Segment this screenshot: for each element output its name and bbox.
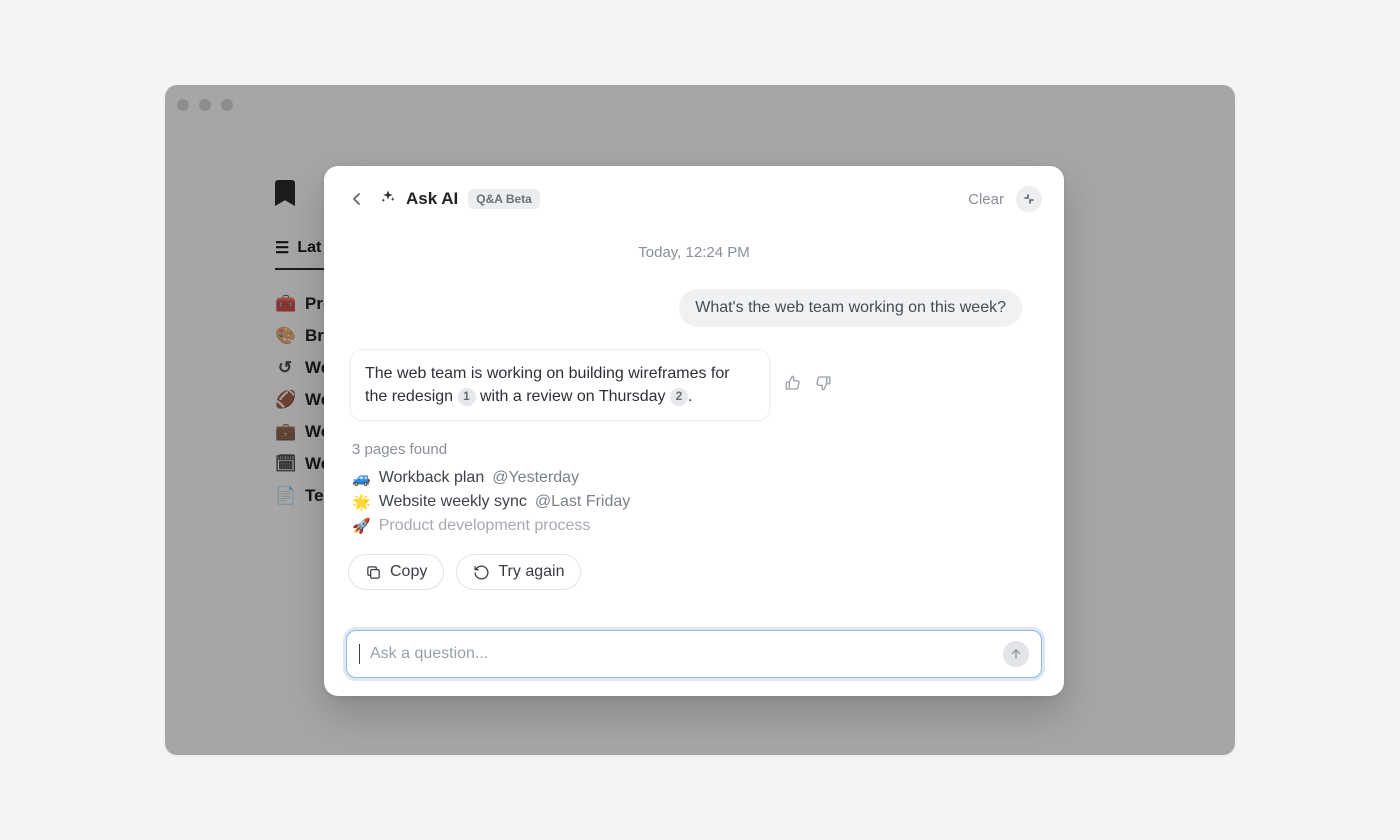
source-title: Website weekly sync	[379, 493, 527, 511]
source-emoji-icon: 🌟	[352, 493, 371, 511]
source-emoji-icon: 🚙	[352, 469, 371, 487]
source-item[interactable]: 🚀 Product development process	[352, 514, 1036, 538]
feedback-buttons	[784, 374, 832, 397]
source-item[interactable]: 🌟 Website weekly sync @Last Friday	[352, 490, 1036, 514]
source-title: Product development process	[379, 517, 591, 535]
modal-header: Ask AI Q&A Beta Clear	[346, 186, 1042, 212]
ask-ai-modal: Ask AI Q&A Beta Clear Today, 12:24 PM Wh…	[324, 166, 1064, 696]
ai-message: The web team is working on building wire…	[350, 349, 770, 421]
thumbs-down-icon[interactable]	[814, 374, 832, 397]
source-emoji-icon: 🚀	[352, 517, 371, 535]
modal-title: Ask AI	[406, 189, 458, 209]
ai-message-row: The web team is working on building wire…	[346, 349, 1042, 421]
retry-icon	[473, 564, 490, 581]
collapse-button[interactable]	[1016, 186, 1042, 212]
source-item[interactable]: 🚙 Workback plan @Yesterday	[352, 466, 1036, 490]
citation-2[interactable]: 2	[670, 388, 688, 406]
user-message: What's the web team working on this week…	[679, 289, 1022, 327]
source-date: @Yesterday	[492, 469, 579, 487]
send-button[interactable]	[1003, 641, 1029, 667]
source-date: @Last Friday	[535, 493, 630, 511]
clear-button[interactable]: Clear	[968, 191, 1004, 208]
copy-button[interactable]: Copy	[348, 554, 444, 590]
copy-icon	[365, 564, 382, 581]
thumbs-up-icon[interactable]	[784, 374, 802, 397]
back-button[interactable]	[346, 188, 368, 210]
action-row: Copy Try again	[346, 554, 1042, 590]
source-title: Workback plan	[379, 469, 485, 487]
chat-body: Today, 12:24 PM What's the web team work…	[346, 226, 1042, 630]
user-message-row: What's the web team working on this week…	[346, 289, 1042, 327]
question-input-wrap[interactable]	[346, 630, 1042, 678]
citation-1[interactable]: 1	[458, 388, 476, 406]
beta-badge: Q&A Beta	[468, 189, 540, 209]
question-input[interactable]	[370, 645, 993, 663]
sources-count: 3 pages found	[352, 441, 1036, 458]
sparkle-icon	[380, 189, 396, 210]
sources-section: 3 pages found 🚙 Workback plan @Yesterday 🌟…	[346, 441, 1042, 538]
chat-timestamp: Today, 12:24 PM	[346, 244, 1042, 261]
text-cursor	[359, 644, 360, 664]
try-again-button[interactable]: Try again	[456, 554, 581, 590]
